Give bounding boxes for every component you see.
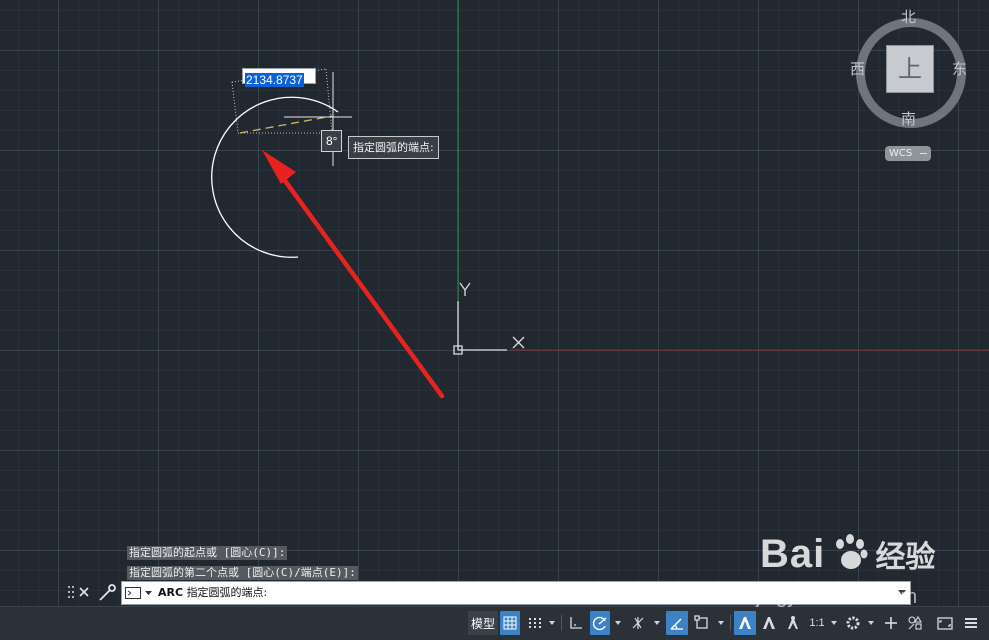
object-snap-toggle[interactable] [691,611,713,635]
chevron-down-icon [615,621,621,625]
dimension-value: 2134.8737 [245,73,304,87]
fullscreen-icon [937,617,953,630]
model-space-button[interactable]: 模型 [468,611,498,635]
plus-icon [885,617,897,629]
ortho-icon [570,617,582,629]
isodraft-dropdown[interactable] [652,611,662,635]
command-history-line: 指定圆弧的起点或 [圆心(C)]: [127,546,288,560]
grid-icon [503,616,517,630]
chevron-down-icon [831,621,837,625]
compass-north[interactable]: 北 [901,6,916,27]
grip-handle-icon[interactable] [68,586,74,598]
isolate-objects-button[interactable] [904,611,926,635]
polar-dropdown[interactable] [613,611,623,635]
object-snap-icon [694,615,708,629]
object-snap-tracking-toggle[interactable] [666,611,688,635]
command-history-line: 指定圆弧的第二个点或 [圆心(C)/端点(E)]: [127,566,358,580]
wcs-dropdown-icon [920,153,927,154]
close-icon[interactable] [79,587,89,597]
watermark-url: jingyan.baidu.com [756,586,918,608]
annotation-scale-icon [739,617,751,629]
clean-screen-button[interactable] [934,611,956,635]
chevron-down-icon [549,621,555,625]
isodraft-icon [632,617,644,629]
isolate-objects-icon [908,615,922,630]
watermark-brand-suffix: 经验 [875,540,936,575]
compass-east[interactable]: 东 [952,58,967,79]
baidu-jingyan-watermark: Bai 经验 jingyan.baidu.com [756,532,936,608]
hamburger-menu-icon [965,618,977,628]
command-name: ARC [158,586,184,599]
auto-scale-toggle[interactable] [758,611,780,635]
object-snap-dropdown[interactable] [716,611,726,635]
workspace-dropdown[interactable] [866,611,876,635]
separator [730,615,731,631]
object-tracking-icon [670,618,683,630]
watermark-brand: Bai [760,532,826,576]
drawing-overlay [211,0,989,399]
snap-dropdown[interactable] [547,611,557,635]
polar-tracking-icon [592,616,607,631]
separator [561,615,562,631]
prompt-tooltip: 指定圆弧的端点: [348,136,439,159]
angle-label: 8° [321,130,343,152]
snap-grid-icon [529,618,541,628]
annotation-scale-value[interactable]: 1:1 [806,611,828,635]
red-arrow-annotation [262,150,445,399]
compass-west[interactable]: 西 [850,58,865,79]
command-prompt-icon[interactable] [125,587,155,599]
scale-dropdown[interactable] [829,611,839,635]
isodraft-toggle[interactable] [627,611,649,635]
wcs-menu-button[interactable]: WCS [885,146,931,161]
snap-toggle[interactable] [525,611,545,635]
annotation-monitor-button[interactable] [880,611,902,635]
paw-logo-icon [836,534,868,569]
command-prompt-text: ARC 指定圆弧的端点: [158,582,267,604]
chevron-down-icon [718,621,724,625]
viewcube-top-face[interactable]: 上 [886,45,934,93]
workspace-switch-button[interactable] [842,611,864,635]
grid-toggle[interactable] [500,611,520,635]
rubber-band-line [239,115,333,134]
status-bar: 模型 1:1 [0,606,989,640]
viewcube[interactable]: 上 北 南 西 东 WCS [850,6,970,166]
arc-geometry [211,96,339,258]
annotation-visibility-toggle[interactable] [734,611,756,635]
ortho-toggle[interactable] [565,611,587,635]
ucs-icon [453,282,525,355]
auto-scale-icon [763,617,775,629]
annotation-scale-toggle[interactable] [782,611,804,635]
command-prompt: 指定圆弧的端点: [186,586,268,599]
wcs-label: WCS [889,148,913,159]
annotation-person-icon [788,616,798,629]
command-line-controls [68,584,116,601]
gear-icon [846,616,860,630]
customization-menu-button[interactable] [960,611,982,635]
chevron-down-icon [868,621,874,625]
wrench-icon[interactable] [99,584,116,601]
dimension-input[interactable]: 2134.8737 [242,68,316,87]
polar-tracking-toggle[interactable] [590,611,610,635]
chevron-down-icon [654,621,660,625]
compass-south[interactable]: 南 [901,108,916,129]
